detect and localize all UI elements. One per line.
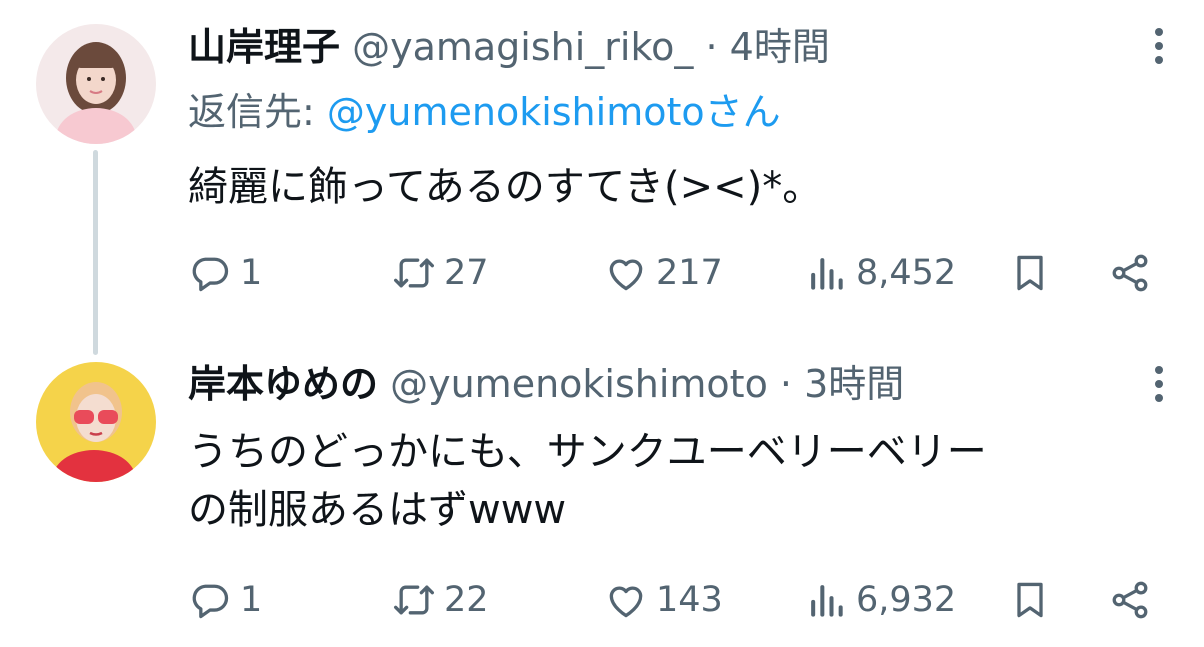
like-count: 217 xyxy=(656,253,723,293)
reply-icon xyxy=(192,584,229,619)
heart-icon xyxy=(609,586,643,618)
retweet-count: 27 xyxy=(444,253,489,293)
retweet-icon xyxy=(394,585,434,615)
username[interactable]: @yamagishi_riko_ xyxy=(352,25,693,69)
tweet-header: 山岸理子 @yamagishi_riko_ · 4時間 xyxy=(188,24,830,70)
timestamp[interactable]: 4時間 xyxy=(730,25,830,69)
avatar-riko-image xyxy=(36,24,156,144)
views-icon xyxy=(811,585,843,617)
view-count: 6,932 xyxy=(856,580,957,620)
timestamp[interactable]: 3時間 xyxy=(804,362,904,406)
like-count: 143 xyxy=(656,580,723,620)
tweet-text-line: の制服あるはずwww xyxy=(188,487,567,533)
reply-to-label: 返信先: xyxy=(188,90,327,134)
views-icon xyxy=(811,258,843,290)
like-button[interactable]: 143 xyxy=(604,570,723,630)
tweet-yumeno[interactable]: 岸本ゆめの @yumenokishimoto · 3時間 うちのどっかにも、サン… xyxy=(0,340,1204,647)
username[interactable]: @yumenokishimoto xyxy=(390,362,768,406)
tweet-text: 綺麗に飾ってあるのすてき(><)*。 xyxy=(188,158,822,216)
bookmark-icon xyxy=(1017,255,1043,291)
retweet-button[interactable]: 27 xyxy=(392,243,489,303)
reply-icon xyxy=(192,257,229,292)
views-button[interactable]: 6,932 xyxy=(804,570,956,630)
display-name[interactable]: 岸本ゆめの xyxy=(188,362,378,406)
reply-to-suffix[interactable]: さん xyxy=(705,90,781,134)
avatar-yumeno[interactable] xyxy=(36,362,156,482)
heart-icon xyxy=(609,259,643,291)
retweet-count: 22 xyxy=(444,580,489,620)
views-button[interactable]: 8,452 xyxy=(804,243,956,303)
like-button[interactable]: 217 xyxy=(604,243,723,303)
reply-count: 1 xyxy=(240,580,263,620)
reply-to-link[interactable]: @yumenokishimotoさん xyxy=(327,90,781,134)
bookmark-icon xyxy=(1017,582,1043,618)
tweet-header: 岸本ゆめの @yumenokishimoto · 3時間 xyxy=(188,361,904,407)
avatar-yumeno-image xyxy=(36,362,156,482)
action-bar: 1 22 143 6,932 xyxy=(0,570,1204,630)
tweet-text-line: 綺麗に飾ってあるのすてき(><)*。 xyxy=(188,164,823,210)
display-name[interactable]: 山岸理子 xyxy=(188,25,340,69)
separator-dot: · xyxy=(705,25,718,69)
more-icon[interactable] xyxy=(1150,366,1168,410)
share-icon xyxy=(1112,581,1148,619)
reply-to: 返信先: @yumenokishimotoさん xyxy=(188,89,781,135)
share-icon xyxy=(1112,254,1148,292)
avatar-riko[interactable] xyxy=(36,24,156,144)
bookmark-button[interactable] xyxy=(1008,570,1052,630)
tweet-riko[interactable]: 山岸理子 @yamagishi_riko_ · 4時間 返信先: @yumeno… xyxy=(0,0,1204,355)
share-button[interactable] xyxy=(1108,243,1152,303)
bookmark-button[interactable] xyxy=(1008,243,1052,303)
tweet-text-line: うちのどっかにも、サンクユーベリーベリー xyxy=(188,429,987,475)
share-button[interactable] xyxy=(1108,570,1152,630)
action-bar: 1 27 217 8,452 xyxy=(0,243,1204,303)
tweet-text: うちのどっかにも、サンクユーベリーベリー の制服あるはずwww xyxy=(188,423,987,539)
reply-to-handle[interactable]: @yumenokishimoto xyxy=(327,90,705,134)
reply-button[interactable]: 1 xyxy=(188,570,262,630)
retweet-icon xyxy=(394,258,434,288)
reply-count: 1 xyxy=(240,253,263,293)
separator-dot: · xyxy=(779,362,793,406)
reply-button[interactable]: 1 xyxy=(188,243,262,303)
retweet-button[interactable]: 22 xyxy=(392,570,489,630)
view-count: 8,452 xyxy=(856,253,957,293)
more-icon[interactable] xyxy=(1150,28,1168,72)
